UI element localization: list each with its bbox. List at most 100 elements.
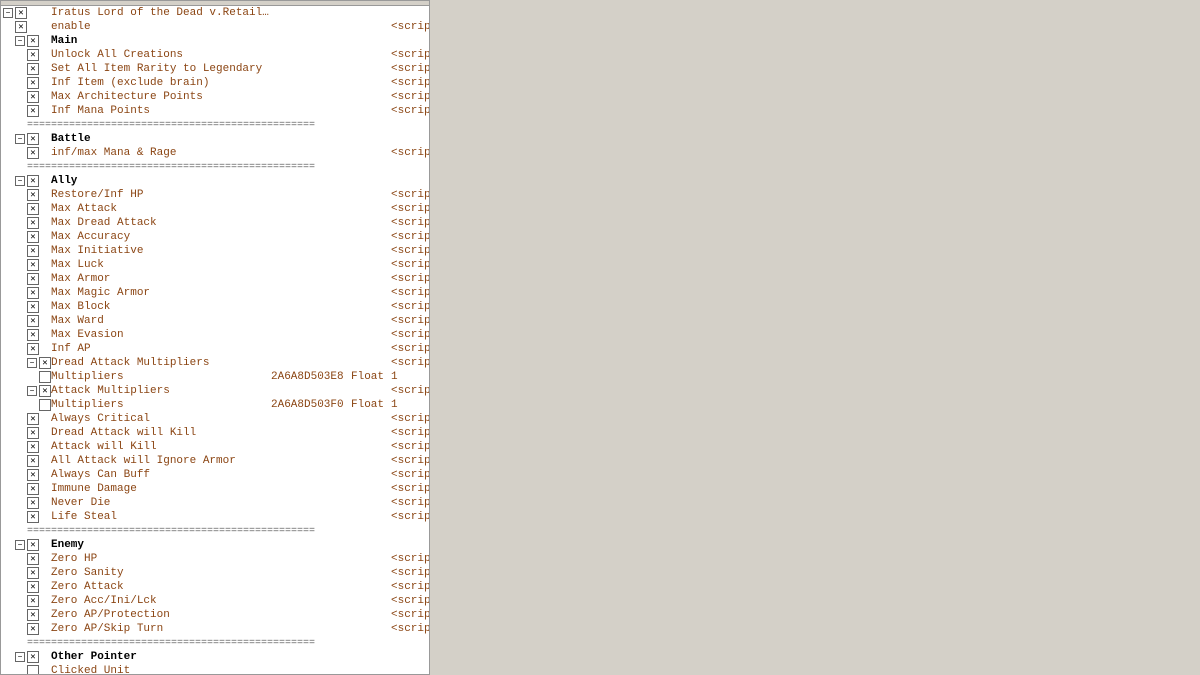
table-row[interactable]: Dread Attack Multipliers<script> bbox=[1, 356, 429, 370]
row-checkbox[interactable] bbox=[27, 91, 39, 103]
row-checkbox[interactable] bbox=[27, 273, 39, 285]
table-row[interactable]: All Attack will Ignore Armor<script> bbox=[1, 454, 429, 468]
table-row[interactable]: Ally bbox=[1, 174, 429, 188]
table-row[interactable]: Iratus Lord of the Dead v.Retail (175.15… bbox=[1, 6, 429, 20]
table-row[interactable]: Zero AP/Protection<script> bbox=[1, 608, 429, 622]
table-row[interactable]: Max Ward<script> bbox=[1, 314, 429, 328]
row-checkbox[interactable] bbox=[27, 287, 39, 299]
row-checkbox[interactable] bbox=[27, 343, 39, 355]
row-checkbox[interactable] bbox=[39, 399, 51, 411]
row-checkbox[interactable] bbox=[27, 665, 39, 675]
table-row[interactable]: Zero Sanity<script> bbox=[1, 566, 429, 580]
cheat-table[interactable]: Iratus Lord of the Dead v.Retail (175.15… bbox=[0, 0, 430, 675]
table-row[interactable]: ========================================… bbox=[1, 118, 429, 132]
table-row[interactable]: Other Pointer bbox=[1, 650, 429, 664]
table-row[interactable]: Zero Acc/Ini/Lck<script> bbox=[1, 594, 429, 608]
row-checkbox[interactable] bbox=[27, 623, 39, 635]
row-checkbox[interactable] bbox=[27, 147, 39, 159]
table-row[interactable]: Immune Damage<script> bbox=[1, 482, 429, 496]
table-row[interactable]: Attack will Kill<script> bbox=[1, 440, 429, 454]
collapse-icon[interactable] bbox=[15, 176, 25, 186]
row-checkbox[interactable] bbox=[27, 203, 39, 215]
table-row[interactable]: Attack Multipliers<script> bbox=[1, 384, 429, 398]
section-checkbox[interactable] bbox=[27, 651, 39, 663]
collapse-icon[interactable] bbox=[15, 134, 25, 144]
row-checkbox[interactable] bbox=[27, 217, 39, 229]
table-row[interactable]: Zero HP<script> bbox=[1, 552, 429, 566]
row-checkbox[interactable] bbox=[27, 301, 39, 313]
row-checkbox[interactable] bbox=[27, 63, 39, 75]
table-row[interactable]: Multipliers2A6A8D503E8Float1 bbox=[1, 370, 429, 384]
table-row[interactable]: ========================================… bbox=[1, 524, 429, 538]
table-row[interactable]: Max Initiative<script> bbox=[1, 244, 429, 258]
table-row[interactable]: Unlock All Creations<script> bbox=[1, 48, 429, 62]
row-checkbox[interactable] bbox=[27, 231, 39, 243]
table-row[interactable]: ========================================… bbox=[1, 636, 429, 650]
row-checkbox[interactable] bbox=[27, 511, 39, 523]
table-row[interactable]: Never Die<script> bbox=[1, 496, 429, 510]
table-row[interactable]: Multipliers2A6A8D503F0Float1 bbox=[1, 398, 429, 412]
row-checkbox[interactable] bbox=[27, 259, 39, 271]
table-row[interactable]: Set All Item Rarity to Legendary<script> bbox=[1, 62, 429, 76]
table-row[interactable]: Restore/Inf HP<script> bbox=[1, 188, 429, 202]
row-checkbox[interactable] bbox=[27, 413, 39, 425]
table-row[interactable]: Always Can Buff<script> bbox=[1, 468, 429, 482]
row-checkbox[interactable] bbox=[39, 371, 51, 383]
row-checkbox[interactable] bbox=[27, 77, 39, 89]
row-checkbox[interactable] bbox=[27, 469, 39, 481]
row-checkbox[interactable] bbox=[27, 455, 39, 467]
collapse-icon[interactable] bbox=[15, 652, 25, 662]
table-row[interactable]: Max Evasion<script> bbox=[1, 328, 429, 342]
row-checkbox[interactable] bbox=[27, 581, 39, 593]
collapse-icon[interactable] bbox=[15, 36, 25, 46]
table-row[interactable]: Max Dread Attack<script> bbox=[1, 216, 429, 230]
table-row[interactable]: Dread Attack will Kill<script> bbox=[1, 426, 429, 440]
row-checkbox[interactable] bbox=[27, 483, 39, 495]
row-checkbox[interactable] bbox=[27, 441, 39, 453]
table-row[interactable]: Max Magic Armor<script> bbox=[1, 286, 429, 300]
collapse-icon[interactable] bbox=[3, 8, 13, 18]
section-checkbox[interactable] bbox=[27, 35, 39, 47]
table-row[interactable]: Enemy bbox=[1, 538, 429, 552]
row-checkbox[interactable] bbox=[27, 49, 39, 61]
collapse-icon[interactable] bbox=[15, 540, 25, 550]
row-checkbox[interactable] bbox=[15, 7, 27, 19]
collapse-icon[interactable] bbox=[27, 358, 37, 368]
row-checkbox[interactable] bbox=[27, 427, 39, 439]
table-row[interactable]: Life Steal<script> bbox=[1, 510, 429, 524]
collapse-icon[interactable] bbox=[27, 386, 37, 396]
table-row[interactable]: Max Architecture Points<script> bbox=[1, 90, 429, 104]
table-row[interactable]: Max Accuracy<script> bbox=[1, 230, 429, 244]
row-checkbox[interactable] bbox=[27, 497, 39, 509]
section-checkbox[interactable] bbox=[27, 175, 39, 187]
table-row[interactable]: Max Luck<script> bbox=[1, 258, 429, 272]
table-row[interactable]: Clicked Unit bbox=[1, 664, 429, 675]
table-row[interactable]: Zero Attack<script> bbox=[1, 580, 429, 594]
table-row[interactable]: Max Attack<script> bbox=[1, 202, 429, 216]
table-row[interactable]: ========================================… bbox=[1, 160, 429, 174]
section-checkbox[interactable] bbox=[27, 539, 39, 551]
table-row[interactable]: enable<script> bbox=[1, 20, 429, 34]
table-row[interactable]: Inf Mana Points<script> bbox=[1, 104, 429, 118]
row-checkbox[interactable] bbox=[39, 385, 51, 397]
table-row[interactable]: Max Block<script> bbox=[1, 300, 429, 314]
table-row[interactable]: Inf AP<script> bbox=[1, 342, 429, 356]
table-row[interactable]: Inf Item (exclude brain)<script> bbox=[1, 76, 429, 90]
row-checkbox[interactable] bbox=[27, 329, 39, 341]
row-checkbox[interactable] bbox=[27, 245, 39, 257]
row-checkbox[interactable] bbox=[15, 21, 27, 33]
row-checkbox[interactable] bbox=[27, 595, 39, 607]
row-checkbox[interactable] bbox=[39, 357, 51, 369]
row-checkbox[interactable] bbox=[27, 553, 39, 565]
table-row[interactable]: Max Armor<script> bbox=[1, 272, 429, 286]
row-checkbox[interactable] bbox=[27, 189, 39, 201]
row-checkbox[interactable] bbox=[27, 315, 39, 327]
row-checkbox[interactable] bbox=[27, 567, 39, 579]
table-row[interactable]: Zero AP/Skip Turn<script> bbox=[1, 622, 429, 636]
row-checkbox[interactable] bbox=[27, 609, 39, 621]
section-checkbox[interactable] bbox=[27, 133, 39, 145]
table-row[interactable]: Always Critical<script> bbox=[1, 412, 429, 426]
table-row[interactable]: Main bbox=[1, 34, 429, 48]
table-row[interactable]: inf/max Mana & Rage<script> bbox=[1, 146, 429, 160]
table-row[interactable]: Battle bbox=[1, 132, 429, 146]
